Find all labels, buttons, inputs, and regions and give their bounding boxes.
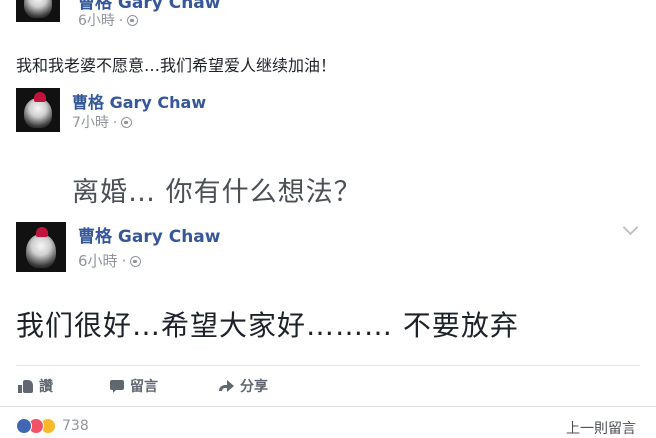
separator-dot: · bbox=[112, 115, 118, 131]
previous-comments-link[interactable]: 上一則留言 bbox=[566, 418, 636, 438]
globe-icon bbox=[127, 15, 139, 26]
timestamp-text: 6小時 bbox=[78, 252, 118, 270]
post-text: 离婚… 你有什么想法？ bbox=[72, 177, 362, 208]
like-reaction-icon[interactable] bbox=[16, 418, 32, 434]
author-name[interactable]: 曹格 Gary Chaw bbox=[78, 222, 220, 247]
comment-label: 留言 bbox=[130, 379, 158, 395]
post-timestamp[interactable]: 6小時 · bbox=[78, 10, 139, 30]
post-text: 我们很好…希望大家好……… 不要放弃 bbox=[16, 309, 519, 342]
post-timestamp[interactable]: 7小時 · bbox=[72, 112, 133, 132]
author-name[interactable]: 曹格 Gary Chaw bbox=[72, 89, 206, 113]
comment-button[interactable]: 留言 bbox=[110, 376, 158, 396]
avatar[interactable] bbox=[16, 88, 60, 132]
share-button[interactable]: 分享 bbox=[218, 376, 268, 396]
separator-dot: · bbox=[121, 252, 127, 270]
avatar-cap bbox=[36, 227, 48, 237]
reaction-count[interactable]: 738 bbox=[62, 418, 89, 434]
globe-icon bbox=[121, 117, 133, 128]
separator-dot: · bbox=[118, 13, 124, 29]
avatar-photo bbox=[24, 0, 52, 18]
timestamp-text: 6小時 bbox=[78, 13, 115, 29]
post-text: 我和我老婆不愿意…我们希望爱人继续加油！ bbox=[16, 56, 337, 75]
avatar[interactable] bbox=[16, 0, 60, 22]
like-icon bbox=[18, 379, 33, 393]
timestamp-text: 7小時 bbox=[72, 115, 109, 131]
share-label: 分享 bbox=[240, 379, 268, 395]
avatar-cap bbox=[34, 92, 46, 102]
like-button[interactable]: 讚 bbox=[18, 376, 53, 396]
avatar[interactable] bbox=[16, 222, 66, 272]
share-icon bbox=[218, 379, 234, 393]
avatar-photo bbox=[26, 234, 56, 268]
divider bbox=[16, 365, 640, 366]
chevron-down-icon[interactable] bbox=[622, 219, 639, 236]
globe-icon bbox=[130, 256, 142, 267]
post-timestamp[interactable]: 6小時 · bbox=[78, 250, 142, 271]
avatar-photo bbox=[24, 98, 52, 128]
like-label: 讚 bbox=[39, 379, 53, 395]
divider bbox=[0, 406, 656, 407]
comment-icon bbox=[110, 379, 124, 393]
